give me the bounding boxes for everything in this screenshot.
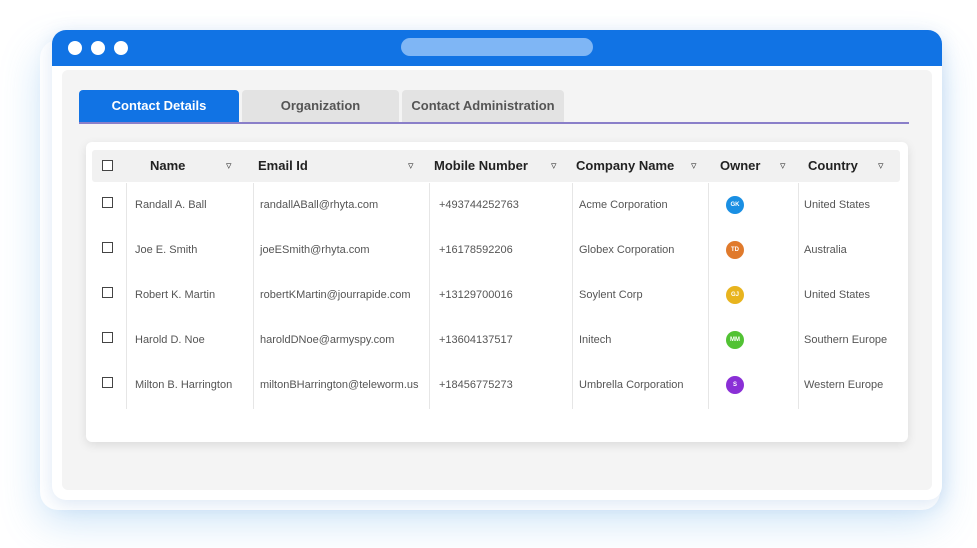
- filter-icon[interactable]: ▿: [551, 150, 557, 182]
- filter-icon[interactable]: ▿: [226, 150, 232, 182]
- row-checkbox[interactable]: [102, 332, 113, 343]
- column-header-country[interactable]: Country: [808, 150, 858, 182]
- cell-email: haroldDNoe@armyspy.com: [260, 334, 395, 346]
- column-divider: [126, 183, 127, 409]
- owner-avatar[interactable]: S: [726, 376, 744, 394]
- column-divider: [429, 183, 430, 409]
- cell-email: joeESmith@rhyta.com: [260, 244, 370, 256]
- cell-country: Southern Europe: [804, 334, 888, 346]
- cell-company: Initech: [579, 334, 612, 346]
- column-header-company[interactable]: Company Name: [576, 150, 674, 182]
- cell-country: Australia: [804, 244, 847, 256]
- filter-icon[interactable]: ▿: [780, 150, 786, 182]
- cell-company: Soylent Corp: [579, 289, 643, 301]
- cell-email: randallABall@rhyta.com: [260, 199, 379, 211]
- cell-company: Globex Corporation: [579, 244, 675, 256]
- table-header: Name ▿ Email Id ▿ Mobile Number ▿ Compan…: [92, 150, 900, 182]
- cell-name: Robert K. Martin: [135, 289, 216, 301]
- contacts-table: Name ▿ Email Id ▿ Mobile Number ▿ Compan…: [86, 142, 908, 442]
- cell-mobile: +16178592206: [439, 244, 513, 256]
- cell-name: Joe E. Smith: [135, 244, 198, 256]
- owner-avatar[interactable]: MM: [726, 331, 744, 349]
- tab-contact-administration[interactable]: Contact Administration: [402, 90, 564, 122]
- cell-name: Harold D. Noe: [135, 334, 205, 346]
- select-all-checkbox[interactable]: [102, 160, 113, 171]
- cell-email: miltonBHarrington@teleworm.us: [260, 379, 419, 391]
- column-header-mobile[interactable]: Mobile Number: [434, 150, 528, 182]
- cell-country: Western Europe: [804, 379, 884, 391]
- column-header-email[interactable]: Email Id: [258, 150, 308, 182]
- filter-icon[interactable]: ▿: [408, 150, 414, 182]
- column-header-owner[interactable]: Owner: [720, 150, 760, 182]
- cell-mobile: +18456775273: [439, 379, 513, 391]
- column-divider: [253, 183, 254, 409]
- column-divider: [708, 183, 709, 409]
- window-dot-icon[interactable]: [68, 41, 82, 55]
- filter-icon[interactable]: ▿: [691, 150, 697, 182]
- title-bar: [52, 30, 942, 66]
- app-content: Contact Details Organization Contact Adm…: [62, 70, 932, 490]
- cell-name: Milton B. Harrington: [135, 379, 233, 391]
- owner-avatar[interactable]: GK: [726, 196, 744, 214]
- column-divider: [572, 183, 573, 409]
- row-checkbox[interactable]: [102, 242, 113, 253]
- column-divider: [798, 183, 799, 409]
- owner-avatar[interactable]: GJ: [726, 286, 744, 304]
- filter-icon[interactable]: ▿: [878, 150, 884, 182]
- address-bar[interactable]: [401, 38, 593, 56]
- window-dot-icon[interactable]: [114, 41, 128, 55]
- browser-window: Contact Details Organization Contact Adm…: [52, 30, 942, 500]
- cell-mobile: +493744252763: [439, 199, 519, 211]
- cell-mobile: +13129700016: [439, 289, 513, 301]
- cell-company: Acme Corporation: [579, 199, 668, 211]
- cell-email: robertKMartin@jourrapide.com: [260, 289, 411, 301]
- cell-name: Randall A. Ball: [135, 199, 207, 211]
- cell-country: United States: [804, 289, 871, 301]
- window-dot-icon[interactable]: [91, 41, 105, 55]
- owner-avatar[interactable]: TD: [726, 241, 744, 259]
- tab-contact-details[interactable]: Contact Details: [79, 90, 239, 122]
- row-checkbox[interactable]: [102, 287, 113, 298]
- column-header-name[interactable]: Name: [150, 150, 185, 182]
- row-checkbox[interactable]: [102, 377, 113, 388]
- cell-country: United States: [804, 199, 871, 211]
- cell-mobile: +13604137517: [439, 334, 513, 346]
- tab-bar: Contact Details Organization Contact Adm…: [79, 90, 909, 124]
- tab-organization[interactable]: Organization: [242, 90, 399, 122]
- row-checkbox[interactable]: [102, 197, 113, 208]
- cell-company: Umbrella Corporation: [579, 379, 684, 391]
